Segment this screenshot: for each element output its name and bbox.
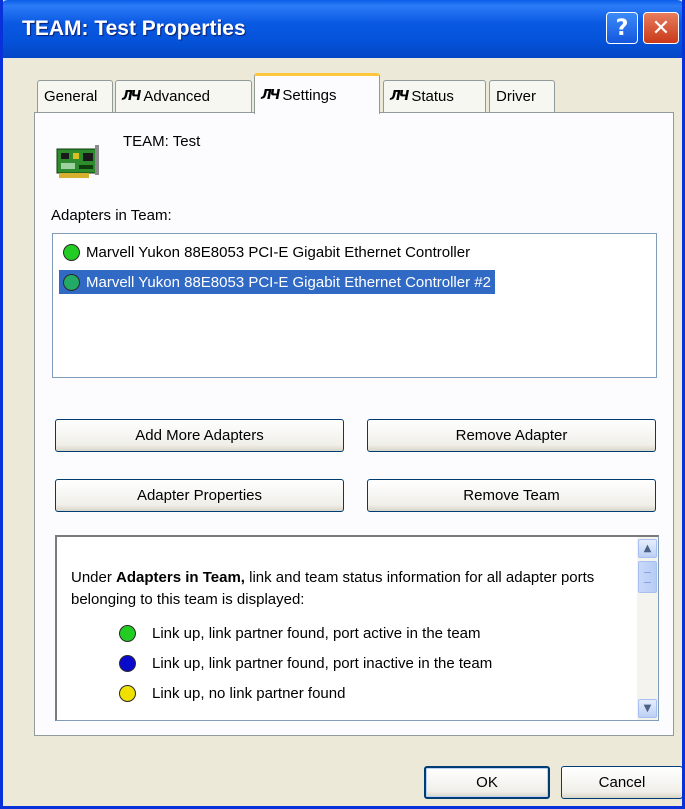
help-icon: ? xyxy=(615,15,629,41)
adapters-list[interactable]: Marvell Yukon 88E8053 PCI-E Gigabit Ethe… xyxy=(52,233,657,378)
marvell-logo-icon: ЛЧ xyxy=(122,89,141,104)
description-bold-text: Adapters in Team, xyxy=(116,569,245,586)
help-button[interactable]: ? xyxy=(606,12,638,44)
adapter-properties-button[interactable]: Adapter Properties xyxy=(55,479,344,512)
settings-tab-panel: TEAM: Test Adapters in Team: Marvell Yuk… xyxy=(34,112,674,736)
title-bar[interactable]: TEAM: Test Properties ? ✕ xyxy=(3,0,682,58)
adapter-name: Marvell Yukon 88E8053 PCI-E Gigabit Ethe… xyxy=(86,243,471,261)
team-name: TEAM: Test xyxy=(123,133,201,150)
close-button[interactable]: ✕ xyxy=(643,12,679,44)
legend-text: Link up, link partner found, port active… xyxy=(152,625,481,642)
tab-settings[interactable]: ЛЧ Settings xyxy=(254,73,380,114)
link-status-icon xyxy=(63,243,80,261)
link-status-icon xyxy=(63,273,80,291)
ok-button[interactable]: OK xyxy=(424,766,550,799)
adapters-in-team-label: Adapters in Team: xyxy=(51,207,172,224)
tab-advanced[interactable]: ЛЧ Advanced xyxy=(115,80,252,112)
window-title: TEAM: Test Properties xyxy=(22,17,246,40)
list-item[interactable]: Marvell Yukon 88E8053 PCI-E Gigabit Ethe… xyxy=(59,240,474,264)
list-item[interactable]: Marvell Yukon 88E8053 PCI-E Gigabit Ethe… xyxy=(59,270,495,294)
cancel-button[interactable]: Cancel xyxy=(561,766,682,799)
tab-driver[interactable]: Driver xyxy=(489,80,555,112)
add-more-adapters-button[interactable]: Add More Adapters xyxy=(55,419,344,452)
marvell-logo-icon: ЛЧ xyxy=(261,87,280,103)
legend-text: Link up, link partner found, port inacti… xyxy=(152,655,493,672)
green-status-icon xyxy=(119,625,136,642)
legend-description: Under Adapters in Team, link and team st… xyxy=(71,567,601,611)
remove-team-button[interactable]: Remove Team xyxy=(367,479,656,512)
network-adapter-icon xyxy=(56,145,99,178)
status-legend-box: Under Adapters in Team, link and team st… xyxy=(55,535,659,721)
close-icon: ✕ xyxy=(651,15,671,41)
tab-status[interactable]: ЛЧ Status xyxy=(383,80,486,112)
legend-item: Link up, no link partner found xyxy=(115,685,345,702)
description-text: Under xyxy=(71,569,117,586)
tab-label: Advanced xyxy=(143,88,211,105)
legend-item: Link up, link partner found, port inacti… xyxy=(115,655,492,672)
marvell-logo-icon: ЛЧ xyxy=(390,89,409,104)
tab-label: Settings xyxy=(282,86,337,104)
legend-text: Link up, no link partner found xyxy=(152,685,346,702)
vertical-scrollbar[interactable]: ▲ ▼ xyxy=(637,537,658,720)
blue-status-icon xyxy=(119,655,136,672)
remove-adapter-button[interactable]: Remove Adapter xyxy=(367,419,656,452)
tab-label: Driver xyxy=(496,88,536,105)
yellow-status-icon xyxy=(119,685,136,702)
legend-item: Link up, link partner found, port active… xyxy=(115,625,481,642)
scroll-up-icon[interactable]: ▲ xyxy=(638,539,657,558)
adapter-name: Marvell Yukon 88E8053 PCI-E Gigabit Ethe… xyxy=(86,273,491,291)
tab-label: Status xyxy=(411,88,454,105)
tab-label: General xyxy=(44,88,98,105)
properties-dialog: TEAM: Test Properties ? ✕ General ЛЧ Adv… xyxy=(0,0,685,809)
scroll-down-icon[interactable]: ▼ xyxy=(638,699,657,718)
scroll-thumb[interactable] xyxy=(638,561,657,593)
tab-general[interactable]: General xyxy=(37,80,113,112)
